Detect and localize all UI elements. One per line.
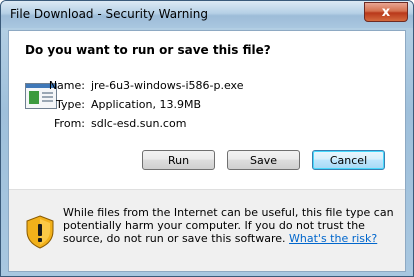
- security-warning-dialog: File Download - Security Warning x Do yo…: [0, 0, 414, 277]
- dialog-body: Do you want to run or save this file? Na…: [8, 30, 406, 272]
- file-from-value: sdlc-esd.sun.com: [91, 117, 187, 130]
- window-title: File Download - Security Warning: [10, 7, 208, 21]
- file-name-label: Name:: [48, 79, 85, 92]
- cancel-button[interactable]: Cancel: [312, 150, 385, 170]
- close-icon: x: [381, 4, 391, 20]
- whats-the-risk-link[interactable]: What's the risk?: [289, 232, 377, 245]
- title-bar[interactable]: File Download - Security Warning x: [1, 1, 413, 28]
- close-button[interactable]: x: [364, 2, 408, 22]
- file-type-label: Type:: [56, 98, 85, 111]
- save-button[interactable]: Save: [227, 150, 300, 170]
- file-type-value: Application, 13.9MB: [91, 98, 201, 111]
- file-name-value: jre-6u3-windows-i586-p.exe: [91, 79, 244, 92]
- shield-warning-icon: [26, 215, 54, 249]
- warning-message: While files from the Internet can be use…: [63, 206, 395, 245]
- file-from-label: From:: [54, 117, 85, 130]
- warning-panel: While files from the Internet can be use…: [9, 190, 405, 271]
- run-button[interactable]: Run: [142, 150, 215, 170]
- prompt-heading: Do you want to run or save this file?: [25, 43, 271, 57]
